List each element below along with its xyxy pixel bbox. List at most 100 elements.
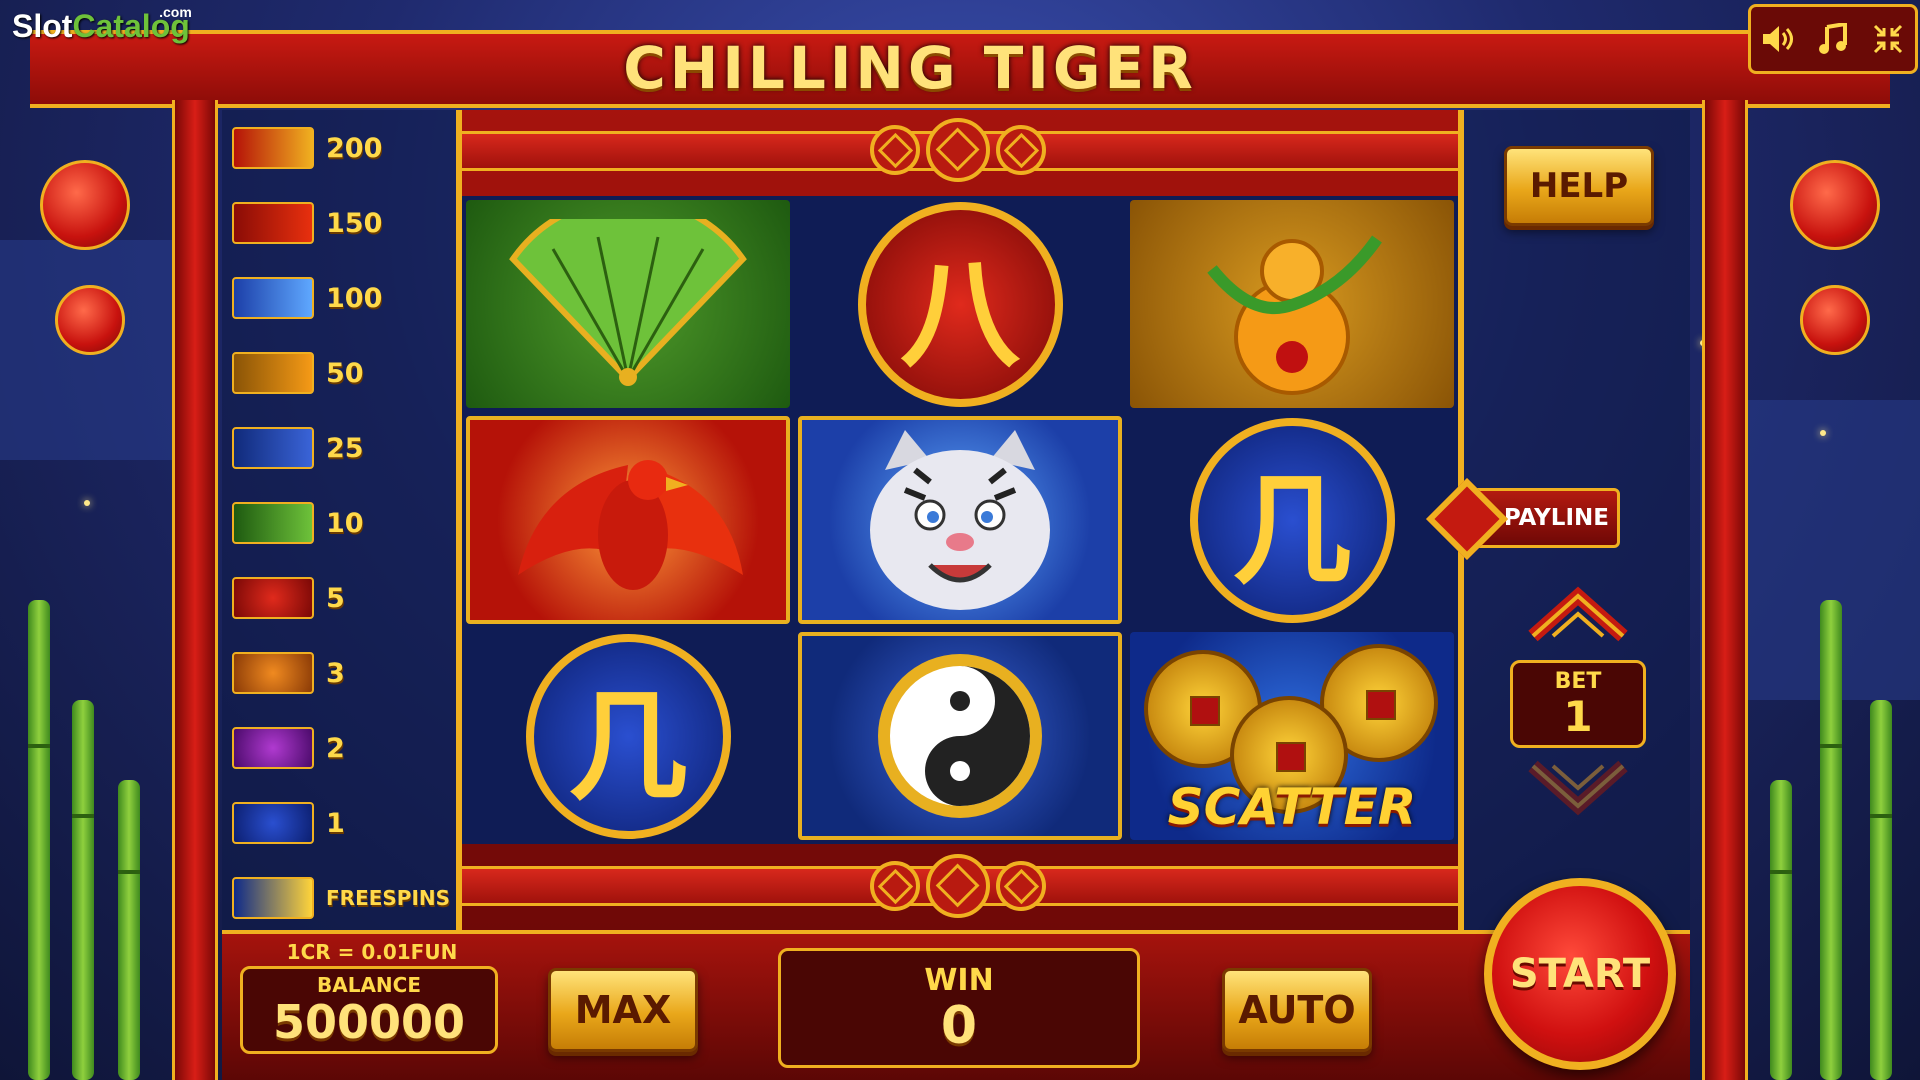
- knot-ornament: [926, 118, 990, 182]
- paytable-value: 5: [326, 582, 345, 614]
- bamboo-stalk: [72, 700, 94, 1080]
- symbol-yin-yang: [798, 632, 1122, 840]
- bamboo-stalk: [28, 600, 50, 1080]
- win-label: WIN: [924, 963, 994, 998]
- fan-icon: [509, 219, 747, 386]
- game-title: CHILLING TIGER: [623, 34, 1197, 102]
- bet-value: 1: [1563, 692, 1593, 741]
- watermark-slot: Slot: [12, 8, 73, 44]
- bamboo-stalk: [1820, 600, 1842, 1080]
- knot-ornament: [996, 861, 1046, 911]
- symbol-tiger: [798, 416, 1122, 624]
- paytable-row: 5: [232, 576, 345, 620]
- audio-controls: [1748, 4, 1918, 74]
- sparkle: [1820, 430, 1826, 436]
- knot-arrow-down-icon: [1528, 760, 1628, 816]
- character-purple-icon: [232, 727, 314, 769]
- yin-yang-icon: [878, 654, 1042, 818]
- paytable-row: 25: [232, 426, 364, 470]
- paytable-row: 150: [232, 201, 382, 245]
- bamboo-stalk: [1770, 780, 1792, 1080]
- knot-arrow-up-icon: [1528, 586, 1628, 642]
- sparkle: [84, 500, 90, 506]
- bet-display: BET 1: [1510, 660, 1646, 748]
- paytable-row: FREESPINS: [232, 876, 450, 920]
- watermark-logo: SlotCatalog .com: [12, 4, 192, 45]
- paytable-value: 3: [326, 657, 345, 689]
- phoenix-icon: [518, 460, 743, 590]
- tiger-icon: [232, 127, 314, 169]
- top-knot-ornament: [870, 118, 1046, 182]
- start-button-label: START: [1509, 951, 1651, 997]
- balance-display: BALANCE 500000: [240, 966, 498, 1054]
- symbol-fan: [466, 200, 790, 408]
- lantern-icon: [40, 160, 130, 250]
- lantern-icon: [55, 285, 125, 355]
- symbol-character-red: 八: [798, 200, 1122, 408]
- help-button[interactable]: HELP: [1504, 146, 1654, 226]
- scatter-label: SCATTER: [1167, 778, 1417, 836]
- balance-label: BALANCE: [316, 973, 422, 997]
- knot-ornament: [870, 861, 920, 911]
- left-pillar: [172, 100, 218, 1080]
- character-red-icon: [232, 577, 314, 619]
- speaker-icon[interactable]: [1758, 19, 1798, 59]
- paytable-row: 3: [232, 651, 345, 695]
- symbol-character-blue: 几: [1130, 416, 1454, 624]
- help-button-label: HELP: [1529, 166, 1629, 206]
- paytable-value: 200: [326, 132, 383, 164]
- paytable-row: 1: [232, 801, 345, 845]
- paytable-value: 2: [326, 732, 345, 764]
- win-value: 0: [940, 996, 978, 1056]
- tiger-medallion-icon: [232, 277, 314, 319]
- lantern-icon: [1790, 160, 1880, 250]
- scatter-icon: [232, 877, 314, 919]
- character-red-emblem: 八: [857, 201, 1063, 407]
- character-blue-emblem: 几: [525, 633, 731, 839]
- music-note-icon[interactable]: [1813, 19, 1853, 59]
- bet-increase-button[interactable]: [1518, 586, 1638, 646]
- paytable-row: 10: [232, 501, 364, 545]
- auto-spin-button[interactable]: AUTO: [1222, 968, 1372, 1052]
- start-spin-button[interactable]: START: [1484, 878, 1676, 1070]
- credit-rate: 1CR = 0.01FUN: [286, 940, 458, 964]
- max-bet-button[interactable]: MAX: [548, 968, 698, 1052]
- paytable-value: 100: [326, 282, 383, 314]
- paytable-value: 150: [326, 207, 383, 239]
- paytable-row: 200: [232, 126, 382, 170]
- character-blue-icon: [232, 802, 314, 844]
- yin-yang-icon: [232, 427, 314, 469]
- lantern-icon: [1800, 285, 1870, 355]
- knot-ornament: [926, 854, 990, 918]
- symbol-phoenix: [466, 416, 790, 624]
- watermark-com: .com: [159, 4, 192, 20]
- character-orange-icon: [232, 652, 314, 694]
- payline-button-label: PAYLINE: [1503, 505, 1609, 531]
- paytable-value: 10: [326, 507, 364, 539]
- character-blue-emblem: 几: [1189, 417, 1395, 623]
- win-display: WIN 0: [778, 948, 1140, 1068]
- auto-spin-button-label: AUTO: [1238, 988, 1356, 1032]
- fan-icon: [232, 502, 314, 544]
- symbol-scatter: SCATTER: [1130, 632, 1454, 840]
- right-pillar: [1702, 100, 1748, 1080]
- paytable-value: 1: [326, 807, 345, 839]
- knot-ornament: [870, 125, 920, 175]
- tiger-icon: [870, 430, 1050, 610]
- paytable-value: 50: [326, 357, 364, 389]
- bamboo-stalk: [118, 780, 140, 1080]
- exit-fullscreen-icon[interactable]: [1868, 19, 1908, 59]
- reel-grid: 八 几 几 SCATTER: [462, 196, 1458, 844]
- knot-ornament: [996, 125, 1046, 175]
- bet-decrease-button[interactable]: [1518, 756, 1638, 816]
- bottom-knot-ornament: [870, 854, 1046, 918]
- symbol-character-blue: 几: [466, 632, 790, 840]
- bet-label: BET: [1554, 669, 1602, 694]
- paytable-value: FREESPINS: [326, 886, 451, 910]
- gourd-icon: [232, 352, 314, 394]
- phoenix-icon: [232, 202, 314, 244]
- paytable-value: 25: [326, 432, 364, 464]
- paytable-row: 100: [232, 276, 382, 320]
- gourd-icon: [1207, 235, 1382, 395]
- max-bet-button-label: MAX: [574, 988, 672, 1032]
